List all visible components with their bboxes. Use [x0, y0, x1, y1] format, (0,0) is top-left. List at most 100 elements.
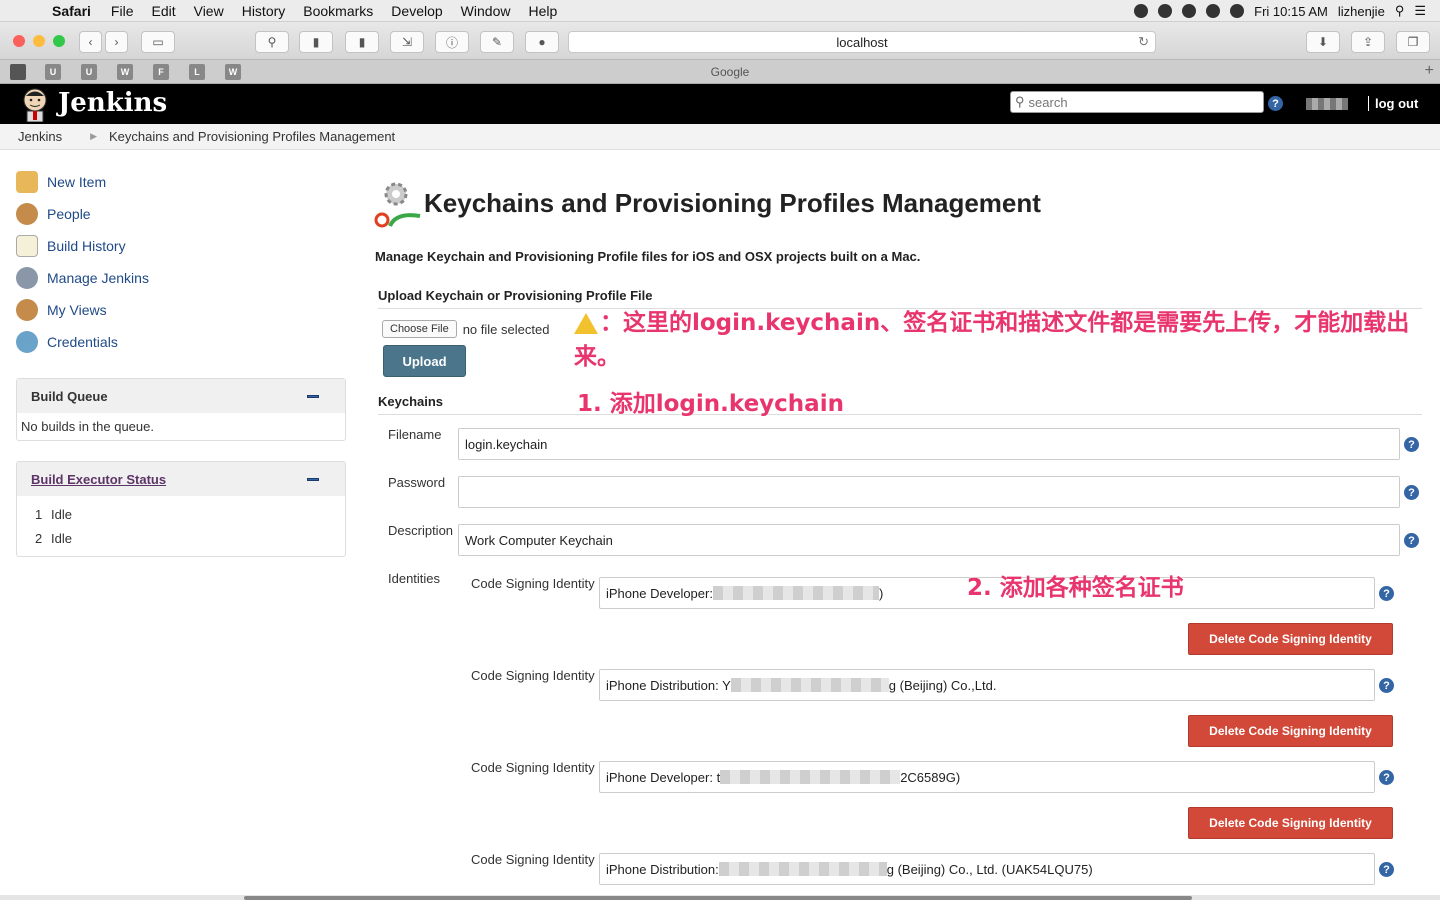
menu-app-name[interactable]: Safari [52, 3, 91, 19]
forward-button[interactable]: › [105, 31, 128, 53]
extension-button[interactable]: ▮ [299, 31, 333, 53]
status-icon[interactable] [1206, 4, 1221, 18]
password-field[interactable] [458, 476, 1400, 508]
help-icon[interactable]: ? [1404, 533, 1419, 548]
collapse-icon[interactable] [307, 395, 319, 398]
extension-button[interactable]: ✎ [480, 31, 514, 53]
downloads-button[interactable]: ⬇ [1306, 31, 1340, 53]
logout-link[interactable]: log out [1368, 96, 1418, 111]
adblock-icon[interactable]: ● [525, 31, 559, 53]
help-icon[interactable]: ? [1268, 96, 1283, 111]
code-signing-identity-label: Code Signing Identity [471, 668, 595, 683]
filename-field[interactable]: login.keychain [458, 428, 1400, 460]
redacted-text [720, 770, 901, 784]
sidebar-item-manage-jenkins[interactable]: Manage Jenkins [16, 262, 346, 294]
executor-number: 2 [35, 530, 43, 546]
menu-help[interactable]: Help [528, 3, 557, 19]
executor-status-title[interactable]: Build Executor Status [31, 472, 166, 487]
sidebar-item-build-history[interactable]: Build History [16, 230, 346, 262]
tabs-overview-button[interactable]: ❐ [1396, 31, 1430, 53]
menu-edit[interactable]: Edit [151, 3, 175, 19]
extension-button[interactable]: ⇲ [390, 31, 424, 53]
sidebar-item-new-item[interactable]: New Item [16, 166, 346, 198]
sidebar-item-people[interactable]: People [16, 198, 346, 230]
redacted-text [730, 678, 889, 692]
scrollbar-thumb[interactable] [244, 896, 1192, 900]
reload-icon[interactable]: ↻ [1138, 34, 1149, 50]
close-window-icon[interactable] [13, 35, 25, 47]
menu-develop[interactable]: Develop [391, 3, 442, 19]
menu-bookmarks[interactable]: Bookmarks [303, 3, 373, 19]
build-history-icon [16, 235, 38, 257]
menu-file[interactable]: File [111, 3, 134, 19]
help-icon[interactable]: ? [1379, 586, 1394, 601]
menu-history[interactable]: History [242, 3, 286, 19]
jenkins-logo-icon[interactable] [18, 86, 52, 122]
help-icon[interactable]: ? [1404, 437, 1419, 452]
address-bar[interactable]: localhost ↻ [568, 31, 1156, 53]
menubar-clock[interactable]: Fri 10:15 AM [1254, 4, 1328, 19]
code-signing-identity-field[interactable]: iPhone Developer: t 2C6589G) [599, 761, 1375, 793]
extension-button[interactable]: ▮ [345, 31, 379, 53]
help-icon[interactable]: ? [1379, 862, 1394, 877]
annotation-note-line2: 来。 [574, 344, 620, 370]
status-icon[interactable] [1182, 4, 1197, 18]
upload-button[interactable]: Upload [383, 345, 466, 377]
delete-identity-button[interactable]: Delete Code Signing Identity [1188, 623, 1393, 655]
status-icon[interactable] [1134, 4, 1149, 18]
favorite-icon[interactable] [10, 64, 26, 80]
user-name-redacted[interactable] [1306, 98, 1348, 110]
jenkins-brand[interactable]: Jenkins [58, 88, 167, 118]
search-box[interactable]: ⚲ [1010, 91, 1264, 113]
code-signing-identity-field[interactable]: iPhone Distribution: Y g (Beijing) Co.,L… [599, 669, 1375, 701]
share-button[interactable]: ⇪ [1351, 31, 1385, 53]
search-icon[interactable]: ⚲ [255, 31, 289, 53]
breadcrumb-separator-icon[interactable]: ▶ [90, 131, 97, 142]
menu-view[interactable]: View [194, 3, 224, 19]
menubar-user[interactable]: lizhenjie [1338, 4, 1385, 19]
section-divider [378, 414, 1422, 415]
collapse-icon[interactable] [307, 478, 319, 481]
help-icon[interactable]: ? [1404, 485, 1419, 500]
sidebar-item-credentials[interactable]: Credentials [16, 326, 346, 358]
favorites-bar: U U W F L W Google + [0, 60, 1440, 84]
side-panel: New Item People Build History Manage Jen… [16, 166, 346, 557]
breadcrumb-jenkins[interactable]: Jenkins [18, 129, 62, 144]
sidebar-item-my-views[interactable]: My Views [16, 294, 346, 326]
build-queue-empty: No builds in the queue. [21, 419, 154, 434]
extension-button[interactable]: ⓘ [435, 31, 469, 53]
minimize-window-icon[interactable] [33, 35, 45, 47]
build-queue-header: Build Queue [17, 379, 345, 413]
back-button[interactable]: ‹ [79, 31, 102, 53]
menu-window[interactable]: Window [461, 3, 511, 19]
identity-suffix: g (Beijing) Co.,Ltd. [888, 677, 997, 693]
delete-identity-button[interactable]: Delete Code Signing Identity [1188, 715, 1393, 747]
wifi-icon[interactable] [1230, 4, 1245, 18]
description-field[interactable]: Work Computer Keychain [458, 524, 1400, 556]
sidebar-item-label: Build History [47, 238, 126, 254]
delete-identity-button[interactable]: Delete Code Signing Identity [1188, 807, 1393, 839]
status-area: Fri 10:15 AM lizhenjie ⚲ ☰ [1134, 0, 1426, 22]
identity-prefix: iPhone Distribution: [606, 861, 719, 877]
gear-icon [16, 267, 38, 289]
sidebar-toggle-button[interactable]: ▭ [141, 31, 175, 53]
tab-title[interactable]: Google [40, 65, 1420, 79]
identity-prefix: iPhone Distribution: Y [606, 677, 731, 693]
spotlight-icon[interactable]: ⚲ [1395, 3, 1405, 19]
macos-menubar: Safari File Edit View History Bookmarks … [0, 0, 1440, 22]
search-input[interactable] [1028, 94, 1249, 110]
new-tab-icon[interactable]: + [1425, 62, 1434, 80]
sidebar-item-label: New Item [47, 174, 107, 190]
redacted-text [712, 586, 879, 600]
help-icon[interactable]: ? [1379, 678, 1394, 693]
help-icon[interactable]: ? [1379, 770, 1394, 785]
sidebar-item-label: People [47, 206, 91, 222]
breadcrumb-current[interactable]: Keychains and Provisioning Profiles Mana… [109, 129, 395, 144]
my-views-icon [16, 299, 38, 321]
zoom-window-icon[interactable] [53, 35, 65, 47]
choose-file-button[interactable]: Choose File [382, 320, 457, 338]
executor-row: 1 Idle [21, 502, 341, 526]
status-icon[interactable] [1158, 4, 1173, 18]
notification-center-icon[interactable]: ☰ [1414, 3, 1426, 19]
code-signing-identity-field[interactable]: iPhone Distribution: g (Beijing) Co., Lt… [599, 853, 1375, 885]
